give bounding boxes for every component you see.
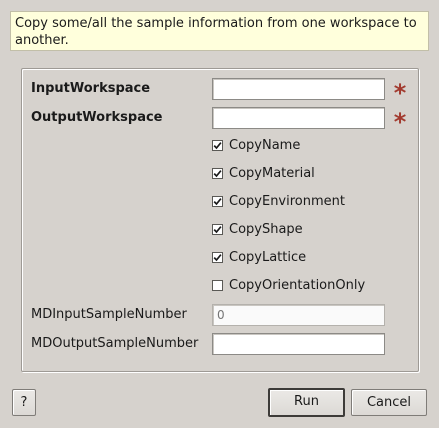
copy-orientation-only-label: CopyOrientationOnly — [229, 278, 366, 293]
help-button[interactable]: ? — [12, 389, 36, 416]
checkbox-icon[interactable] — [212, 279, 223, 291]
copy-name-checkbox[interactable]: CopyName — [212, 137, 300, 155]
input-workspace-label: InputWorkspace — [31, 81, 151, 96]
required-star-icon: * — [393, 79, 407, 107]
copy-orientation-only-checkbox[interactable]: CopyOrientationOnly — [212, 277, 365, 295]
output-workspace-label: OutputWorkspace — [31, 110, 163, 125]
md-output-sample-number-field[interactable] — [212, 333, 385, 355]
copy-material-label: CopyMaterial — [229, 166, 315, 181]
output-workspace-field[interactable] — [212, 107, 385, 129]
copy-lattice-label: CopyLattice — [229, 250, 307, 265]
copy-material-checkbox[interactable]: CopyMaterial — [212, 165, 315, 183]
algorithm-description: Copy some/all the sample information fro… — [10, 11, 429, 51]
md-input-sample-number-field[interactable] — [212, 304, 385, 326]
copy-environment-label: CopyEnvironment — [229, 194, 345, 209]
checkbox-icon[interactable] — [212, 223, 223, 235]
copy-name-label: CopyName — [229, 138, 301, 153]
copy-shape-label: CopyShape — [229, 222, 303, 237]
copy-shape-checkbox[interactable]: CopyShape — [212, 221, 303, 239]
copy-lattice-checkbox[interactable]: CopyLattice — [212, 249, 306, 267]
copy-environment-checkbox[interactable]: CopyEnvironment — [212, 193, 345, 211]
checkbox-icon[interactable] — [212, 139, 223, 151]
checkbox-icon[interactable] — [212, 251, 223, 263]
checkbox-icon[interactable] — [212, 167, 223, 179]
cancel-button[interactable]: Cancel — [351, 389, 427, 416]
md-input-sample-number-label: MDInputSampleNumber — [31, 307, 187, 322]
md-output-sample-number-label: MDOutputSampleNumber — [31, 336, 199, 351]
run-button[interactable]: Run — [268, 388, 345, 417]
input-workspace-field[interactable] — [212, 78, 385, 100]
checkbox-icon[interactable] — [212, 195, 223, 207]
required-star-icon: * — [393, 108, 407, 136]
